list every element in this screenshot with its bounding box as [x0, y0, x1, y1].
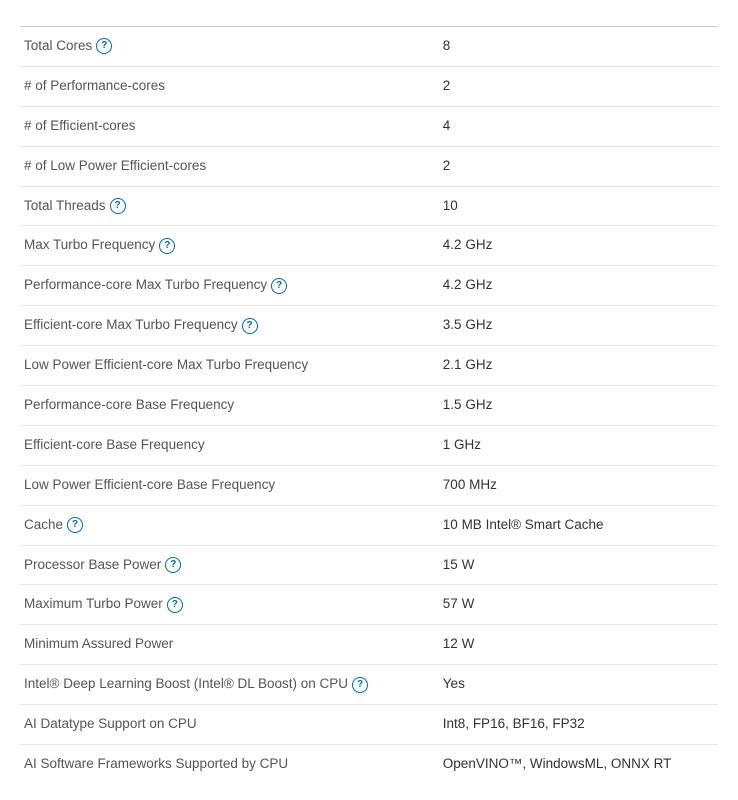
spec-value: 1.5 GHz — [439, 386, 718, 426]
spec-label-text: Low Power Efficient-core Base Frequency — [24, 477, 275, 492]
spec-value: 12 W — [439, 625, 718, 665]
table-row: Efficient-core Base Frequency 1 GHz — [20, 425, 718, 465]
spec-label: Total Cores? — [20, 27, 439, 66]
spec-label: Cache? — [20, 505, 439, 545]
spec-value: 4.2 GHz — [439, 226, 718, 266]
spec-label: # of Efficient-cores — [20, 106, 439, 146]
table-row: Processor Base Power?15 W — [20, 545, 718, 585]
spec-label-text: Maximum Turbo Power — [24, 596, 163, 611]
spec-label: # of Performance-cores — [20, 66, 439, 106]
table-row: Max Turbo Frequency?4.2 GHz — [20, 226, 718, 266]
page-title — [20, 16, 718, 27]
spec-label: Max Turbo Frequency? — [20, 226, 439, 266]
spec-value: Int8, FP16, BF16, FP32 — [439, 705, 718, 745]
table-row: Performance-core Base Frequency 1.5 GHz — [20, 386, 718, 426]
spec-value: 10 MB Intel® Smart Cache — [439, 505, 718, 545]
spec-value: 57 W — [439, 585, 718, 625]
spec-label: AI Datatype Support on CPU — [20, 705, 439, 745]
spec-value: 10 — [439, 186, 718, 226]
spec-label-text: Efficient-core Max Turbo Frequency — [24, 317, 238, 332]
spec-value: Yes — [439, 665, 718, 705]
spec-label: Total Threads? — [20, 186, 439, 226]
spec-value: 3.5 GHz — [439, 306, 718, 346]
table-row: # of Performance-cores 2 — [20, 66, 718, 106]
spec-label: Minimum Assured Power — [20, 625, 439, 665]
spec-label-text: Efficient-core Base Frequency — [24, 437, 205, 452]
spec-label-text: # of Performance-cores — [24, 78, 165, 93]
spec-label: Performance-core Max Turbo Frequency? — [20, 266, 439, 306]
help-icon[interactable]: ? — [159, 238, 175, 254]
help-icon[interactable]: ? — [242, 318, 258, 334]
spec-label: Low Power Efficient-core Max Turbo Frequ… — [20, 346, 439, 386]
spec-value: 2.1 GHz — [439, 346, 718, 386]
table-row: Intel® Deep Learning Boost (Intel® DL Bo… — [20, 665, 718, 705]
spec-label-text: Processor Base Power — [24, 557, 161, 572]
help-icon[interactable]: ? — [352, 677, 368, 693]
spec-value: 1 GHz — [439, 425, 718, 465]
table-row: Efficient-core Max Turbo Frequency?3.5 G… — [20, 306, 718, 346]
spec-value: 4 — [439, 106, 718, 146]
spec-label-text: # of Efficient-cores — [24, 118, 136, 133]
spec-value: 15 W — [439, 545, 718, 585]
spec-label-text: Minimum Assured Power — [24, 636, 173, 651]
spec-value: 8 — [439, 27, 718, 66]
spec-label: Intel® Deep Learning Boost (Intel® DL Bo… — [20, 665, 439, 705]
spec-label-text: Total Threads — [24, 198, 106, 213]
spec-label: # of Low Power Efficient-cores — [20, 146, 439, 186]
spec-label: Maximum Turbo Power? — [20, 585, 439, 625]
help-icon[interactable]: ? — [110, 198, 126, 214]
spec-table: Total Cores?8# of Performance-cores2# of… — [20, 27, 718, 784]
table-row: Total Cores?8 — [20, 27, 718, 66]
spec-value: 2 — [439, 66, 718, 106]
spec-label: Efficient-core Max Turbo Frequency? — [20, 306, 439, 346]
table-row: # of Efficient-cores 4 — [20, 106, 718, 146]
spec-label: Performance-core Base Frequency — [20, 386, 439, 426]
spec-label-text: # of Low Power Efficient-cores — [24, 158, 206, 173]
spec-label-text: Total Cores — [24, 38, 92, 53]
spec-label: Processor Base Power? — [20, 545, 439, 585]
table-row: Performance-core Max Turbo Frequency?4.2… — [20, 266, 718, 306]
table-row: Minimum Assured Power 12 W — [20, 625, 718, 665]
spec-value: 700 MHz — [439, 465, 718, 505]
spec-label: AI Software Frameworks Supported by CPU — [20, 745, 439, 784]
help-icon[interactable]: ? — [165, 557, 181, 573]
table-row: AI Software Frameworks Supported by CPU O… — [20, 745, 718, 784]
spec-label-text: Performance-core Max Turbo Frequency — [24, 277, 267, 292]
spec-label: Efficient-core Base Frequency — [20, 425, 439, 465]
spec-label-text: Low Power Efficient-core Max Turbo Frequ… — [24, 357, 308, 372]
spec-label-text: Performance-core Base Frequency — [24, 397, 234, 412]
spec-value: OpenVINO™, WindowsML, ONNX RT — [439, 745, 718, 784]
table-row: Total Threads?10 — [20, 186, 718, 226]
spec-label: Low Power Efficient-core Base Frequency — [20, 465, 439, 505]
spec-label-text: Cache — [24, 517, 63, 532]
help-icon[interactable]: ? — [271, 278, 287, 294]
spec-label-text: AI Datatype Support on CPU — [24, 716, 197, 731]
table-row: Maximum Turbo Power?57 W — [20, 585, 718, 625]
spec-value: 2 — [439, 146, 718, 186]
table-row: # of Low Power Efficient-cores 2 — [20, 146, 718, 186]
table-row: AI Datatype Support on CPU Int8, FP16, BF… — [20, 705, 718, 745]
spec-value: 4.2 GHz — [439, 266, 718, 306]
table-row: Low Power Efficient-core Max Turbo Frequ… — [20, 346, 718, 386]
spec-label-text: Max Turbo Frequency — [24, 237, 155, 252]
spec-label-text: AI Software Frameworks Supported by CPU — [24, 756, 288, 771]
help-icon[interactable]: ? — [167, 597, 183, 613]
help-icon[interactable]: ? — [96, 38, 112, 54]
table-row: Cache?10 MB Intel® Smart Cache — [20, 505, 718, 545]
help-icon[interactable]: ? — [67, 517, 83, 533]
table-row: Low Power Efficient-core Base Frequency 7… — [20, 465, 718, 505]
